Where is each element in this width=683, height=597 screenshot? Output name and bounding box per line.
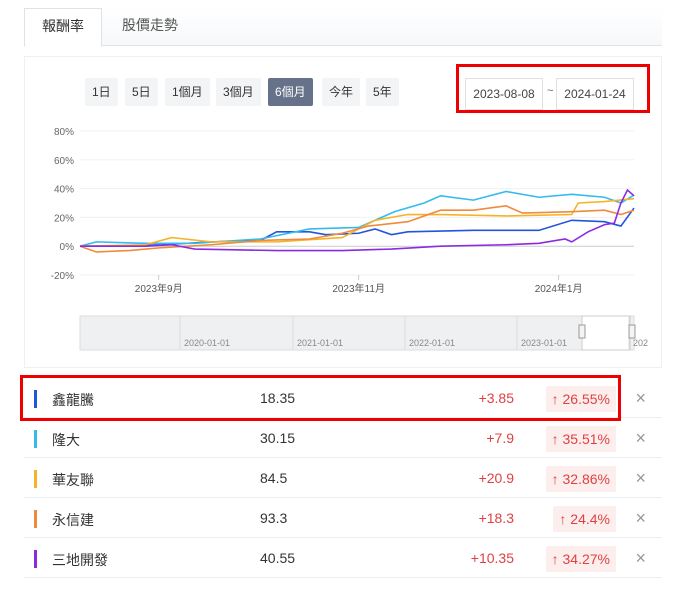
up-arrow-icon: ↑	[559, 511, 567, 527]
tab-price-trend[interactable]: 股價走勢	[106, 8, 194, 46]
series-line-三地開發	[80, 188, 635, 252]
navigator-label: 2022-01-01	[409, 338, 455, 348]
stock-row[interactable]: 鑫龍騰 18.35 +3.85 ↑ 26.55% ×	[24, 378, 662, 418]
range-5y-button[interactable]: 5年	[366, 78, 399, 106]
stock-change: +3.85	[478, 390, 514, 406]
y-tick-label: 60%	[54, 156, 74, 167]
x-tick-label: 2024年1月	[535, 282, 583, 295]
stock-name: 華友聯	[52, 472, 94, 488]
stock-list: 鑫龍騰 18.35 +3.85 ↑ 26.55% × 隆大 30.15 +7.9…	[24, 378, 662, 578]
stock-name: 永信建	[52, 512, 94, 528]
y-tick-label: -20%	[51, 271, 74, 282]
tab-return-rate[interactable]: 報酬率	[24, 8, 102, 47]
range-1m-button[interactable]: 1個月	[165, 78, 210, 106]
navigator-label: 2021-01-01	[297, 338, 343, 348]
tab-bar: 報酬率 股價走勢	[24, 8, 662, 47]
up-arrow-icon: ↑	[551, 551, 559, 567]
remove-icon[interactable]: ×	[635, 428, 646, 449]
stock-price: 40.55	[260, 550, 296, 566]
stock-row[interactable]: 隆大 30.15 +7.9 ↑ 35.51% ×	[24, 418, 662, 458]
return-pct: 26.55%	[562, 391, 610, 407]
return-badge: ↑ 35.51%	[545, 426, 616, 452]
range-1d-button[interactable]: 1日	[85, 78, 118, 106]
navigator-selection	[581, 315, 631, 351]
stock-name: 隆大	[52, 432, 80, 448]
series-color-bar	[34, 430, 37, 448]
stock-row[interactable]: 三地開發 40.55 +10.35 ↑ 34.27% ×	[24, 538, 662, 578]
stock-row[interactable]: 永信建 93.3 +18.3 ↑ 24.4% ×	[24, 498, 662, 538]
remove-icon[interactable]: ×	[635, 468, 646, 489]
stock-change: +18.3	[478, 510, 514, 526]
x-tick-label: 2023年11月	[332, 282, 385, 295]
return-badge: ↑ 34.27%	[545, 546, 616, 572]
range-6m-button[interactable]: 6個月	[268, 78, 313, 106]
return-pct: 24.4%	[570, 511, 610, 527]
stock-name: 鑫龍騰	[52, 392, 94, 408]
navigator-label: 202	[633, 338, 648, 348]
stock-change: +7.9	[486, 430, 514, 446]
y-tick-label: 0%	[60, 242, 75, 253]
range-3m-button[interactable]: 3個月	[216, 78, 261, 106]
return-pct: 34.27%	[562, 551, 610, 567]
series-color-bar	[34, 510, 37, 528]
return-badge: ↑ 26.55%	[545, 386, 616, 412]
return-badge: ↑ 24.4%	[553, 506, 616, 532]
x-tick-label: 2023年9月	[135, 282, 183, 295]
remove-icon[interactable]: ×	[635, 508, 646, 529]
stock-row[interactable]: 華友聯 84.5 +20.9 ↑ 32.86% ×	[24, 458, 662, 498]
up-arrow-icon: ↑	[551, 431, 559, 447]
up-arrow-icon: ↑	[551, 471, 559, 487]
y-tick-label: 40%	[54, 185, 74, 196]
navigator-handle[interactable]	[578, 324, 586, 339]
series-line-華友聯	[79, 197, 635, 247]
stock-price: 30.15	[260, 430, 296, 446]
range-5d-button[interactable]: 5日	[125, 78, 158, 106]
series-color-bar	[34, 550, 37, 568]
stock-change: +20.9	[478, 470, 514, 486]
return-badge: ↑ 32.86%	[545, 466, 616, 492]
remove-icon[interactable]: ×	[635, 388, 646, 409]
stock-price: 93.3	[260, 510, 288, 526]
series-color-bar	[34, 470, 37, 488]
navigator-label: 2023-01-01	[521, 338, 567, 348]
y-tick-label: 80%	[54, 127, 74, 138]
return-chart: 80% 60% 40% 20% 0% -20% 2023年9月 2023年11月 2024年1月…	[51, 127, 648, 351]
stock-change: +10.35	[470, 550, 514, 566]
return-pct: 32.86%	[562, 471, 610, 487]
range-ytd-button[interactable]: 今年	[322, 78, 361, 106]
series-color-bar	[34, 390, 37, 408]
up-arrow-icon: ↑	[551, 391, 559, 407]
stock-price: 84.5	[260, 470, 288, 486]
date-range-highlight	[456, 64, 650, 113]
navigator-handle[interactable]	[628, 324, 636, 339]
y-tick-label: 20%	[54, 213, 74, 224]
return-pct: 35.51%	[562, 431, 610, 447]
navigator-label: 2020-01-01	[184, 338, 230, 348]
series-line-隆大	[79, 190, 635, 247]
remove-icon[interactable]: ×	[635, 548, 646, 569]
stock-price: 18.35	[260, 390, 296, 406]
stock-name: 三地開發	[52, 552, 108, 568]
